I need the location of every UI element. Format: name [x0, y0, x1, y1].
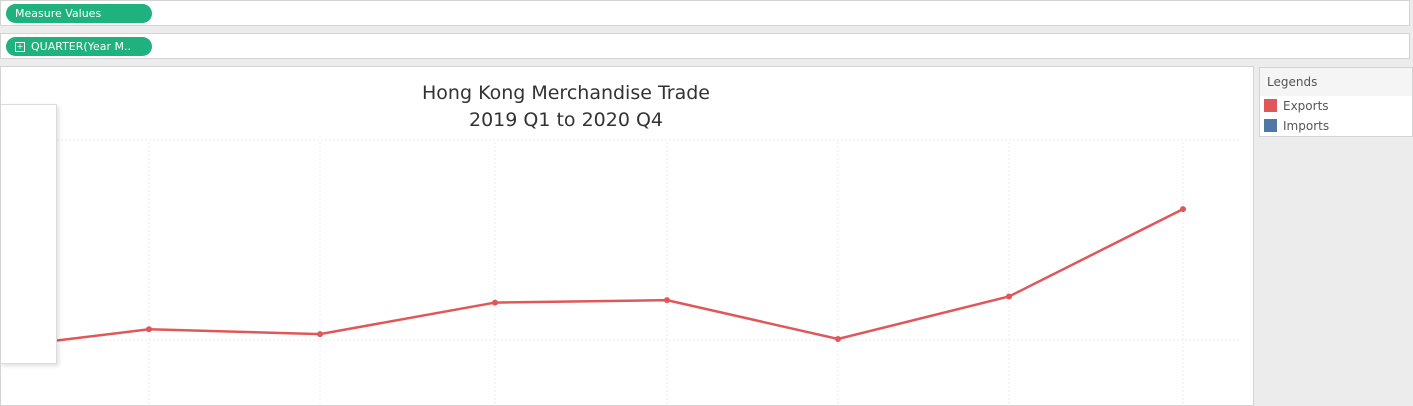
- data-point-2020-q1[interactable]: [664, 297, 670, 304]
- data-point-2019-q3[interactable]: [317, 331, 323, 338]
- legend-item-exports[interactable]: Exports: [1260, 96, 1412, 116]
- viz-pane[interactable]: Hong Kong Merchandise Trade 2019 Q1 to 2…: [0, 66, 1254, 406]
- chart-title-line1: Hong Kong Merchandise Trade: [422, 82, 710, 104]
- legend-label-imports: Imports: [1283, 119, 1330, 133]
- series-line-exports: [1, 207, 1184, 349]
- data-point-2020-q2[interactable]: [835, 336, 841, 342]
- legend-label-exports: Exports: [1283, 99, 1329, 113]
- data-point-2019-q4[interactable]: [492, 299, 498, 306]
- axis-panel: [1, 104, 57, 364]
- quarter-pill-label: QUARTER(Year M..: [31, 40, 131, 53]
- legend-item-imports[interactable]: Imports: [1260, 116, 1412, 136]
- columns-shelf[interactable]: + QUARTER(Year M..: [0, 33, 1410, 59]
- rows-shelf[interactable]: Measure Values: [0, 0, 1410, 26]
- data-point-2020-q3[interactable]: [1006, 293, 1012, 300]
- expand-icon[interactable]: +: [15, 42, 25, 52]
- series-layer: [1, 206, 1186, 349]
- exports-swatch: [1264, 99, 1277, 112]
- chart-title: Hong Kong Merchandise Trade 2019 Q1 to 2…: [1, 80, 1131, 134]
- legend-panel: Legends Exports Imports: [1259, 67, 1413, 137]
- legend-title: Legends: [1260, 68, 1412, 96]
- imports-swatch: [1264, 119, 1277, 132]
- measure-values-label: Measure Values: [15, 7, 102, 20]
- chart-title-line2: 2019 Q1 to 2020 Q4: [468, 109, 664, 131]
- data-point-2019-q2[interactable]: [146, 326, 152, 333]
- quarter-pill[interactable]: + QUARTER(Year M..: [6, 37, 152, 56]
- data-point-2020-q4[interactable]: [1180, 206, 1186, 213]
- measure-values-pill[interactable]: Measure Values: [6, 4, 152, 23]
